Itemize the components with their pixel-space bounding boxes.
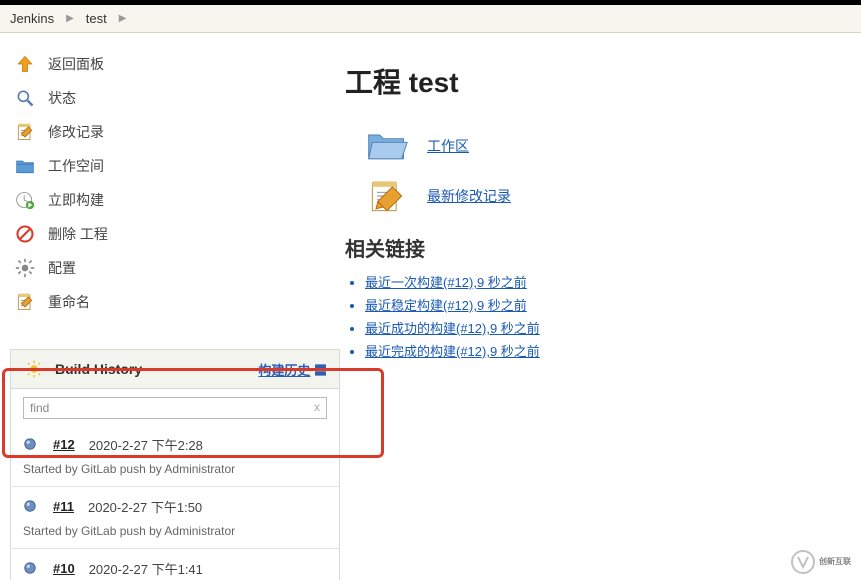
sidebar-item-changes[interactable]: 修改记录 bbox=[10, 115, 345, 149]
build-cause: Started by GitLab push by Administrator bbox=[23, 458, 327, 480]
up-arrow-icon bbox=[14, 53, 36, 75]
folder-icon bbox=[14, 155, 36, 177]
related-link-item[interactable]: 最近稳定构建(#12),9 秒之前 bbox=[365, 293, 841, 316]
build-row[interactable]: #12 2020-2-27 下午2:28 Started by GitLab p… bbox=[11, 425, 339, 487]
related-links-section: 相关链接 最近一次构建(#12),9 秒之前 最近稳定构建(#12),9 秒之前… bbox=[345, 233, 841, 362]
breadcrumb-item[interactable]: Jenkins bbox=[10, 11, 54, 26]
status-ball-icon bbox=[23, 499, 39, 515]
related-link-item[interactable]: 最近一次构建(#12),9 秒之前 bbox=[365, 270, 841, 293]
sun-icon bbox=[23, 358, 45, 380]
related-link-item[interactable]: 最近完成的构建(#12),9 秒之前 bbox=[365, 339, 841, 362]
main-content: 工程 test 工作区 最新修改记录 相关链接 bbox=[345, 33, 861, 580]
footer-brand: 创新互联 bbox=[791, 550, 851, 574]
build-history-title: Build History bbox=[55, 361, 142, 377]
no-entry-icon bbox=[14, 223, 36, 245]
chevron-right-icon: ▶ bbox=[119, 13, 127, 24]
clock-play-icon bbox=[14, 189, 36, 211]
status-ball-icon bbox=[23, 437, 39, 453]
sidebar-item-label: 返回面板 bbox=[48, 54, 104, 74]
sidebar-item-label: 状态 bbox=[48, 88, 76, 108]
sidebar-item-label: 删除 工程 bbox=[48, 224, 108, 244]
sidebar-item-label: 立即构建 bbox=[48, 190, 104, 210]
sidebar-item-configure[interactable]: 配置 bbox=[10, 251, 345, 285]
build-row[interactable]: #11 2020-2-27 下午1:50 Started by GitLab p… bbox=[11, 487, 339, 549]
clear-search-icon[interactable]: x bbox=[314, 400, 320, 414]
workspace-link-row[interactable]: 工作区 bbox=[365, 127, 841, 165]
sidebar-item-label: 工作空间 bbox=[48, 156, 104, 176]
related-link-item[interactable]: 最近成功的构建(#12),9 秒之前 bbox=[365, 316, 841, 339]
footer-brand-text: 创新互联 bbox=[819, 558, 851, 566]
build-history-trend-link[interactable]: 构建历史 〓 bbox=[258, 360, 327, 379]
search-input[interactable]: find bbox=[30, 401, 49, 415]
related-heading: 相关链接 bbox=[345, 233, 841, 262]
sidebar-item-build-now[interactable]: 立即构建 bbox=[10, 183, 345, 217]
breadcrumb: Jenkins ▶ test ▶ bbox=[0, 5, 861, 33]
build-row[interactable]: #10 2020-2-27 下午1:41 Started by GitLab p… bbox=[11, 549, 339, 580]
notepad-icon bbox=[14, 121, 36, 143]
build-number-link[interactable]: #11 bbox=[53, 499, 74, 514]
magnifier-icon bbox=[14, 87, 36, 109]
sidebar-item-workspace[interactable]: 工作空间 bbox=[10, 149, 345, 183]
sidebar-item-label: 重命名 bbox=[48, 292, 90, 312]
changes-link[interactable]: 最新修改记录 bbox=[427, 186, 511, 206]
sidebar-item-label: 修改记录 bbox=[48, 122, 104, 142]
build-timestamp: 2020-2-27 下午1:50 bbox=[88, 497, 202, 516]
build-timestamp: 2020-2-27 下午1:41 bbox=[89, 559, 203, 578]
build-history-panel: Build History 构建历史 〓 find x #12 2020-2-2… bbox=[10, 349, 340, 580]
build-number-link[interactable]: #10 bbox=[53, 561, 75, 576]
status-ball-icon bbox=[23, 561, 39, 577]
changes-link-row[interactable]: 最新修改记录 bbox=[365, 177, 841, 215]
chevron-right-icon: ▶ bbox=[66, 13, 74, 24]
sidebar-item-rename[interactable]: 重命名 bbox=[10, 285, 345, 319]
build-cause: Started by GitLab push by Administrator bbox=[23, 520, 327, 542]
sidebar-item-status[interactable]: 状态 bbox=[10, 81, 345, 115]
page-title: 工程 test bbox=[345, 61, 841, 101]
build-history-search[interactable]: find x bbox=[23, 397, 327, 419]
gear-icon bbox=[14, 257, 36, 279]
build-timestamp: 2020-2-27 下午2:28 bbox=[89, 435, 203, 454]
sidebar: 返回面板 状态 修改记录 工作空间 bbox=[0, 33, 345, 580]
workspace-link[interactable]: 工作区 bbox=[427, 136, 469, 156]
build-history-header: Build History 构建历史 〓 bbox=[11, 350, 339, 389]
notepad-icon bbox=[14, 291, 36, 313]
notepad-edit-icon bbox=[365, 177, 409, 215]
folder-open-icon bbox=[365, 127, 409, 165]
sidebar-item-back[interactable]: 返回面板 bbox=[10, 47, 345, 81]
sidebar-item-delete[interactable]: 删除 工程 bbox=[10, 217, 345, 251]
sidebar-item-label: 配置 bbox=[48, 258, 76, 278]
breadcrumb-item[interactable]: test bbox=[86, 11, 107, 26]
build-number-link[interactable]: #12 bbox=[53, 437, 75, 452]
